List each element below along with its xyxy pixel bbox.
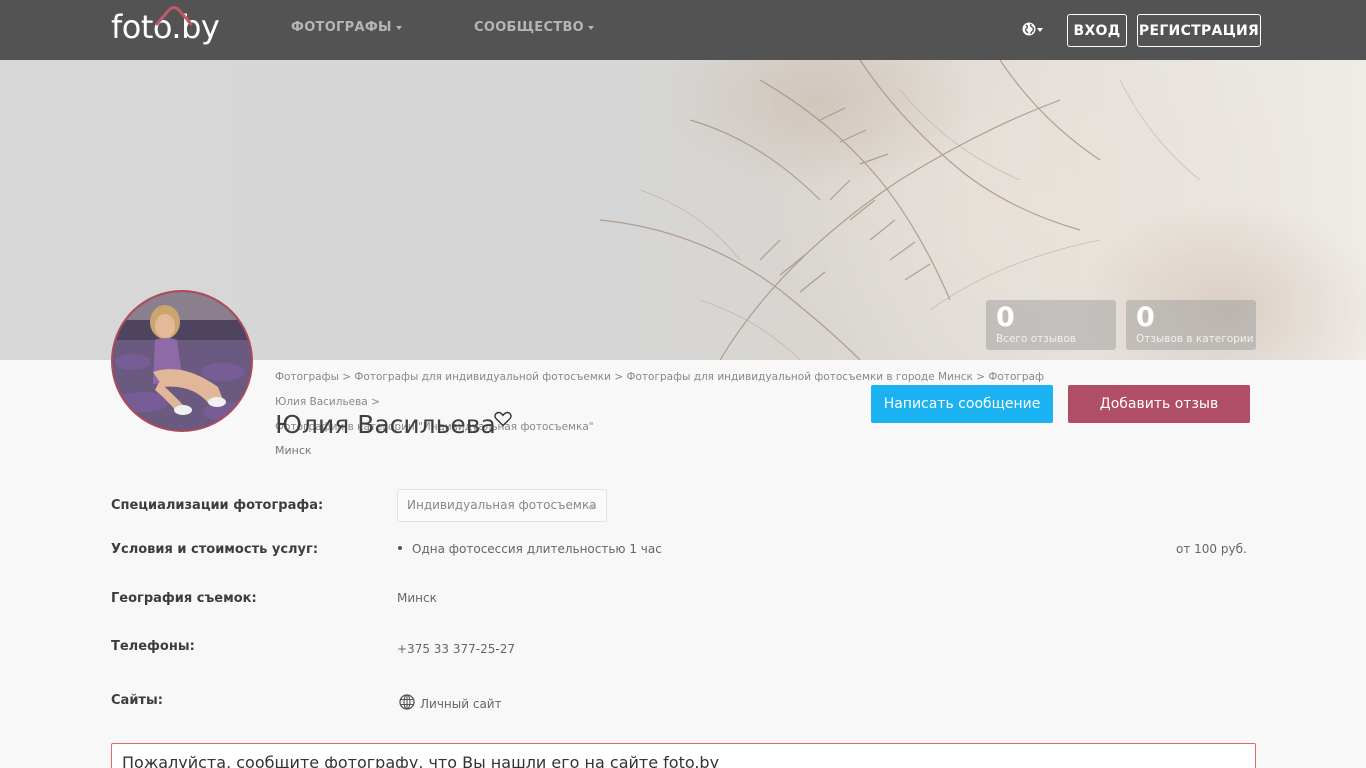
breadcrumb-item[interactable]: Фотографы для индивидуальной фотосъемки …	[626, 371, 972, 383]
foto-by-notice: Пожалуйста, сообщите фотографу, что Вы н…	[111, 743, 1256, 768]
breadcrumb-item[interactable]: Фотографы	[275, 371, 339, 383]
login-button[interactable]: ВХОД	[1067, 14, 1127, 47]
specialization-selected-value: Индивидуальная фотосъемка	[407, 498, 597, 512]
photographer-name: Юлия Васильева	[275, 410, 496, 439]
total-reviews-count: 0	[996, 302, 1015, 333]
category-reviews-label: Отзывов в категории	[1136, 333, 1254, 345]
breadcrumb-separator: >	[976, 371, 986, 383]
chevron-down-icon	[588, 25, 595, 30]
geography-value: Минск	[397, 591, 437, 605]
chevron-down-icon	[395, 25, 402, 30]
breadcrumb-separator: >	[371, 396, 380, 408]
add-review-button[interactable]: Добавить отзыв	[1068, 385, 1250, 423]
breadcrumb-separator: >	[614, 371, 624, 383]
breadcrumb-separator: >	[342, 371, 352, 383]
phones-label: Телефоны:	[111, 639, 195, 654]
nav-photographers[interactable]: ФОТОГРАФЫ	[291, 20, 402, 35]
photographer-avatar[interactable]	[111, 290, 253, 432]
avatar-photo	[113, 292, 251, 430]
list-bullet	[398, 546, 402, 550]
heart-outline-icon[interactable]	[494, 411, 512, 427]
top-header: foto.by ФОТОГРАФЫ СООБЩЕСТВО ВХОД РЕГИСТ…	[0, 0, 1366, 60]
services-label: Условия и стоимость услуг:	[111, 542, 319, 557]
specializations-label: Специализации фотографа:	[111, 498, 324, 513]
language-switcher[interactable]	[1021, 21, 1049, 39]
category-reviews-stat: 0 Отзывов в категории	[1126, 300, 1256, 350]
write-message-button[interactable]: Написать сообщение	[871, 385, 1053, 423]
chevron-down-icon	[588, 506, 594, 510]
notice-text: Пожалуйста, сообщите фотографу, что Вы н…	[122, 753, 720, 768]
specialization-select[interactable]: Индивидуальная фотосъемка	[397, 489, 607, 522]
sites-label: Сайты:	[111, 693, 163, 708]
camera-roof-icon	[155, 6, 193, 26]
breadcrumb-item[interactable]: Фотографы для индивидуальной фотосъемки	[354, 371, 611, 383]
total-reviews-label: Всего отзывов	[996, 333, 1076, 345]
globe-icon	[1022, 22, 1036, 36]
nav-community-label: СООБЩЕСТВО	[474, 20, 585, 35]
personal-site-link[interactable]: Личный сайт	[420, 697, 502, 711]
photographer-city: Минск	[275, 444, 312, 457]
register-button[interactable]: РЕГИСТРАЦИЯ	[1137, 14, 1261, 47]
chevron-down-icon	[1037, 28, 1043, 32]
nav-photographers-label: ФОТОГРАФЫ	[291, 20, 392, 35]
globe-icon	[399, 694, 415, 710]
total-reviews-stat: 0 Всего отзывов	[986, 300, 1116, 350]
phone-value[interactable]: +375 33 377-25-27	[397, 642, 515, 656]
nav-community[interactable]: СООБЩЕСТВО	[474, 20, 595, 35]
geography-label: География съемок:	[111, 591, 257, 606]
service-price: от 100 руб.	[1176, 542, 1247, 556]
category-reviews-count: 0	[1136, 302, 1155, 333]
service-item: Одна фотосессия длительностью 1 час	[412, 542, 662, 556]
